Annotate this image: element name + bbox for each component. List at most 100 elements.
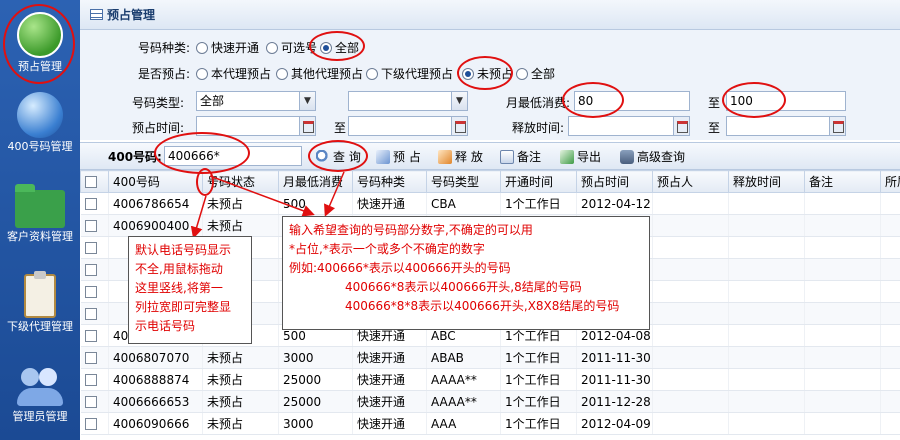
- checkbox[interactable]: [84, 285, 97, 298]
- column-header[interactable]: 所属: [880, 170, 900, 193]
- annotation-circle: [196, 168, 214, 196]
- table-cell: [728, 324, 805, 347]
- table-cell: 3000: [278, 412, 353, 435]
- table-cell: [728, 192, 805, 215]
- sidebar-item-label: 客户资料管理: [7, 230, 73, 243]
- row-select-cell[interactable]: [80, 258, 109, 281]
- table-cell: [652, 324, 729, 347]
- release-time-to-input[interactable]: [726, 116, 846, 136]
- radio-icon: [266, 42, 278, 54]
- table-cell: [880, 368, 900, 391]
- radio-icon: [366, 68, 378, 80]
- table-row[interactable]: 4006807070 未预占 3000 快速开通 ABAB 1个工作日 2011-11-30: [80, 346, 900, 369]
- checkbox[interactable]: [84, 263, 97, 276]
- row-select-cell[interactable]: [80, 412, 109, 435]
- column-header[interactable]: 备注: [804, 170, 881, 193]
- checkbox[interactable]: [84, 395, 97, 408]
- note-button[interactable]: 备注: [500, 148, 541, 166]
- calendar-icon[interactable]: [299, 117, 315, 135]
- reserved-option-sub[interactable]: 下级代理预占: [366, 65, 453, 82]
- checkbox[interactable]: [84, 307, 97, 320]
- wildcard-search-hint: 输入希望查询的号码部分数字,不确定的可以用 *占位,*表示一个或多个不确定的数字…: [282, 216, 650, 330]
- table-cell: AAA: [426, 412, 501, 435]
- reserved-option-self[interactable]: 本代理预占: [196, 65, 271, 82]
- table-cell: AAAA**: [426, 368, 501, 391]
- sidebar-item-label: 下级代理管理: [7, 320, 73, 333]
- reserve-time-label: 预占时间:: [132, 121, 185, 135]
- table-cell: [728, 302, 805, 325]
- row-select-cell[interactable]: [80, 324, 109, 347]
- column-header[interactable]: 号码类型: [426, 170, 501, 193]
- row-select-cell[interactable]: [80, 302, 109, 325]
- reserve-time-to-input[interactable]: [348, 116, 468, 136]
- table-cell: [804, 280, 881, 303]
- reserved-option-other[interactable]: 其他代理预占: [276, 65, 363, 82]
- table-row[interactable]: 4006888874 未预占 25000 快速开通 AAAA** 1个工作日 2011-11…: [80, 368, 900, 391]
- column-header[interactable]: 月最低消费: [278, 170, 353, 193]
- table-cell: [652, 346, 729, 369]
- table-cell: 2011-11-30: [576, 368, 653, 391]
- calendar-icon[interactable]: [673, 117, 689, 135]
- table-cell: [804, 258, 881, 281]
- globe-icon: [17, 92, 63, 138]
- row-select-cell[interactable]: [80, 236, 109, 259]
- sub-category-select[interactable]: ▼: [348, 91, 468, 111]
- number-type-option-quick[interactable]: 快速开通: [196, 39, 259, 56]
- table-cell: [880, 390, 900, 413]
- sidebar-item-sub-agents[interactable]: 下级代理管理: [0, 271, 80, 334]
- category-select[interactable]: 全部 ▼: [196, 91, 316, 111]
- chevron-down-icon: ▼: [451, 92, 467, 110]
- export-button[interactable]: 导出: [560, 148, 601, 166]
- checkbox[interactable]: [84, 197, 97, 210]
- table-cell: [804, 324, 881, 347]
- row-select-cell[interactable]: [80, 346, 109, 369]
- row-select-cell[interactable]: [80, 390, 109, 413]
- table-cell: 快速开通: [352, 368, 427, 391]
- radio-icon: [196, 42, 208, 54]
- table-cell: 4006900400: [108, 214, 203, 237]
- table-row[interactable]: 4006666653 未预占 25000 快速开通 AAAA** 1个工作日 2011-12…: [80, 390, 900, 413]
- checkbox[interactable]: [84, 417, 97, 430]
- sidebar-item-customers[interactable]: 客户资料管理: [0, 184, 80, 244]
- table-cell: 4006888874: [108, 368, 203, 391]
- sidebar-item-admins[interactable]: 管理员管理: [0, 366, 80, 424]
- calendar-icon[interactable]: [829, 117, 845, 135]
- row-select-cell[interactable]: [80, 368, 109, 391]
- checkbox[interactable]: [84, 241, 97, 254]
- calendar-icon[interactable]: [451, 117, 467, 135]
- table-cell: 1个工作日: [500, 192, 577, 215]
- checkbox[interactable]: [85, 175, 97, 188]
- checkbox[interactable]: [84, 329, 97, 342]
- select-all-cell[interactable]: [80, 170, 109, 193]
- advanced-search-button[interactable]: 高级查询: [620, 148, 685, 166]
- row-select-cell[interactable]: [80, 280, 109, 303]
- column-header[interactable]: 400号码: [108, 170, 203, 193]
- checkbox[interactable]: [84, 219, 97, 232]
- checkbox[interactable]: [84, 351, 97, 364]
- sidebar-item-400-numbers[interactable]: 400号码管理: [0, 92, 80, 154]
- camera-icon: [620, 150, 634, 164]
- radio-icon: [196, 68, 208, 80]
- table-cell: 未预占: [202, 192, 279, 215]
- column-header[interactable]: 号码种类: [352, 170, 427, 193]
- release-button[interactable]: 释 放: [438, 148, 483, 166]
- row-select-cell[interactable]: [80, 192, 109, 215]
- table-cell: [728, 346, 805, 369]
- table-cell: 未预占: [202, 412, 279, 435]
- checkbox[interactable]: [84, 373, 97, 386]
- table-cell: 3000: [278, 346, 353, 369]
- column-header[interactable]: 预占时间: [576, 170, 653, 193]
- row-select-cell[interactable]: [80, 214, 109, 237]
- column-header[interactable]: 预占人: [652, 170, 729, 193]
- reserved-option-all[interactable]: 全部: [516, 65, 555, 82]
- column-header[interactable]: 释放时间: [728, 170, 805, 193]
- radio-icon: [516, 68, 528, 80]
- release-time-to-label: 至: [708, 121, 721, 135]
- column-header[interactable]: 开通时间: [500, 170, 577, 193]
- table-cell: [880, 412, 900, 435]
- table-row[interactable]: 4006090666 未预占 3000 快速开通 AAA 1个工作日 2012-04-09: [80, 412, 900, 435]
- release-time-from-input[interactable]: [568, 116, 690, 136]
- grid-icon: [90, 9, 103, 20]
- table-cell: [880, 236, 900, 259]
- reserve-button[interactable]: 预 占: [376, 148, 421, 166]
